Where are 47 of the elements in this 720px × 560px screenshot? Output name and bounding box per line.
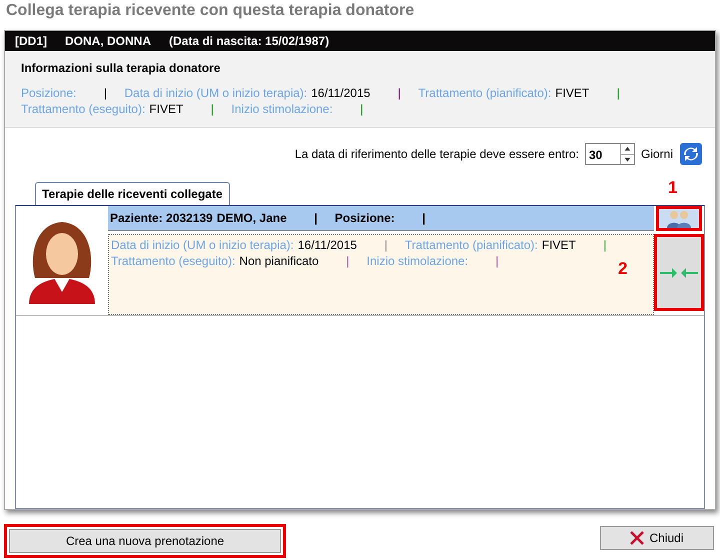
separator: | (102, 85, 108, 101)
separator: | (616, 85, 621, 101)
field-label: Trattamento (pianificato): (418, 85, 552, 101)
separator: | (383, 237, 388, 253)
separator: | (345, 253, 350, 269)
patients-button[interactable] (656, 206, 702, 231)
section-heading: Informazioni sulla terapia donatore (21, 60, 222, 77)
donor-code: [DD1] (15, 34, 47, 48)
field-label: Inizio stimolazione: (231, 101, 333, 117)
separator: | (396, 85, 402, 101)
field-value: DEMO, Jane (216, 210, 287, 227)
two-persons-icon (666, 210, 692, 228)
separator: | (210, 101, 215, 117)
field-value: FIVET (149, 101, 184, 117)
close-button[interactable]: Chiudi (600, 526, 714, 550)
tab[interactable]: Terapie delle riceventi collegate (35, 182, 230, 205)
window-title: Collega terapia ricevente con questa terapia donatore (5, 1, 416, 21)
field-label: Inizio stimolazione: (366, 253, 468, 269)
field-value: FIVET (555, 85, 590, 101)
refresh-icon[interactable] (679, 142, 703, 166)
field-label: Paziente: 2032139 (110, 210, 213, 227)
separator: | (313, 210, 318, 227)
close-icon (630, 531, 644, 545)
field-label: Posizione: (334, 210, 395, 227)
separator: | (494, 253, 500, 269)
unit-label: Giorni (640, 146, 673, 163)
callout-number: 2 (618, 260, 628, 277)
separator: | (602, 237, 608, 253)
field-label: Trattamento (pianificato): (404, 237, 538, 253)
birth-date: (Data di nascita: 15/02/1987) (169, 34, 330, 48)
number-spinner[interactable]: 30 (584, 143, 635, 165)
field-value: 16/11/2015 (311, 85, 370, 101)
field-label: Posizione: (21, 85, 76, 101)
field-label: Data di inizio (UM o inizio terapia): (111, 237, 294, 253)
field-value: Non pianificato (239, 253, 319, 269)
callout-number: 1 (668, 179, 678, 196)
link-button[interactable] (654, 234, 704, 311)
field-label: Trattamento (eseguito): (111, 253, 236, 269)
field-label: Data di inizio (UM o inizio terapia): (124, 85, 308, 101)
field-label: Trattamento (eseguito): (21, 101, 146, 117)
field-value: 16/11/2015 (298, 237, 357, 253)
separator: | (421, 210, 426, 227)
arrows-icon (660, 266, 698, 278)
range-label: La data di riferimento delle terapie deve essere entro: (294, 146, 579, 163)
donor-name: DONA, DONNA (65, 34, 151, 48)
separator: | (359, 101, 364, 117)
field-value: FIVET (542, 237, 576, 253)
